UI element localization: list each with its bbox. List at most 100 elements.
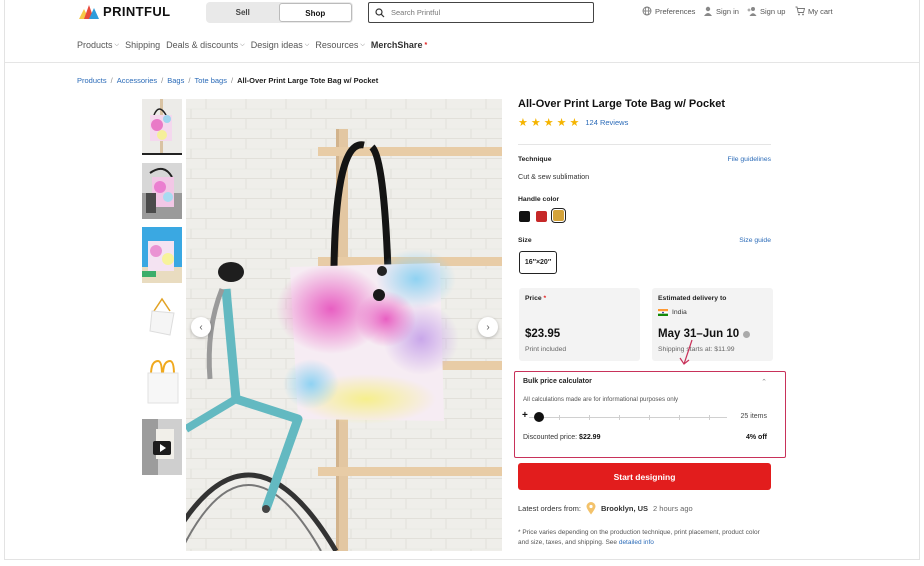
size-option-16x20[interactable]: 16″×20″ bbox=[519, 251, 557, 274]
preferences-label: Preferences bbox=[655, 6, 696, 16]
rating: ★ ★ ★ ★ ★ 124 Reviews bbox=[518, 116, 771, 129]
shop-toggle[interactable]: Shop bbox=[278, 3, 352, 22]
nav-deals[interactable]: Deals & discounts ⌵ bbox=[166, 40, 245, 50]
nav-design-ideas[interactable]: Design ideas ⌵ bbox=[251, 40, 310, 50]
sign-up-link[interactable]: Sign up bbox=[747, 6, 785, 16]
breadcrumb-bags[interactable]: Bags bbox=[167, 76, 184, 85]
discounted-price: Discounted price: $22.99 bbox=[523, 434, 600, 441]
detailed-info-link[interactable]: detailed info bbox=[619, 539, 654, 546]
star-icon: ★ bbox=[543, 117, 554, 129]
chevron-up-icon[interactable]: ⌃ bbox=[761, 378, 767, 386]
thumbnail-5[interactable] bbox=[142, 355, 182, 411]
sign-in-link[interactable]: Sign in bbox=[703, 6, 739, 16]
breadcrumb-current: All-Over Print Large Tote Bag w/ Pocket bbox=[237, 76, 379, 85]
price-value: $23.95 bbox=[525, 328, 561, 340]
divider bbox=[518, 144, 771, 145]
slider-tick bbox=[589, 415, 590, 420]
preferences-link[interactable]: Preferences bbox=[642, 6, 695, 16]
slider-tick bbox=[649, 415, 650, 420]
search-input[interactable]: Search Printful bbox=[368, 2, 594, 23]
product-title: All-Over Print Large Tote Bag w/ Pocket bbox=[518, 98, 726, 110]
thumbnail-2[interactable] bbox=[142, 163, 182, 219]
printful-logo[interactable]: PRINTFUL bbox=[79, 4, 170, 19]
next-image-button[interactable]: › bbox=[478, 317, 498, 337]
sell-shop-toggle[interactable]: Sell Shop bbox=[206, 2, 353, 23]
breadcrumb-tote-bags[interactable]: Tote bags bbox=[194, 76, 227, 85]
product-details-panel: All-Over Print Large Tote Bag w/ Pocket … bbox=[514, 98, 786, 546]
delivery-country[interactable]: India bbox=[658, 309, 687, 316]
thumbnail-video[interactable] bbox=[142, 419, 182, 475]
sign-up-label: Sign up bbox=[760, 6, 786, 16]
price-label: Price * bbox=[525, 295, 546, 302]
price-card: Price * $23.95 Print included bbox=[519, 288, 640, 361]
globe-icon bbox=[642, 6, 652, 16]
nav-products[interactable]: Products ⌵ bbox=[77, 40, 119, 50]
breadcrumb-separator: / bbox=[188, 76, 191, 85]
delivery-dates-text: May 31–Jun 10 bbox=[658, 328, 740, 340]
star-icon: ★ bbox=[518, 117, 528, 129]
file-guidelines-link[interactable]: File guidelines bbox=[728, 156, 771, 163]
slider-tick bbox=[709, 415, 710, 420]
color-swatch-black[interactable] bbox=[519, 211, 530, 222]
footnote-marker: * bbox=[543, 295, 547, 302]
quantity-slider[interactable] bbox=[529, 412, 727, 422]
technique-label: Technique bbox=[518, 156, 552, 163]
nav-deals-label: Deals & discounts bbox=[166, 40, 239, 50]
star-icon: ★ bbox=[556, 117, 567, 129]
page: PRINTFUL Sell Shop Search Printful Prefe… bbox=[4, 0, 920, 560]
size-label: Size bbox=[518, 237, 532, 244]
tote-bag-photo bbox=[186, 99, 502, 551]
color-swatch-gold[interactable] bbox=[551, 208, 566, 223]
previous-image-button[interactable]: ‹ bbox=[191, 317, 211, 337]
nav-resources-label: Resources bbox=[315, 40, 359, 50]
breadcrumb-separator: / bbox=[110, 76, 113, 85]
breadcrumb-separator: / bbox=[161, 76, 164, 85]
info-icon[interactable] bbox=[743, 330, 751, 338]
slider-tick bbox=[619, 415, 620, 420]
slider-handle[interactable] bbox=[534, 412, 544, 422]
discounted-price-value: $22.99 bbox=[579, 434, 601, 441]
thumbnail-1[interactable] bbox=[142, 99, 182, 155]
chevron-down-icon: ⌵ bbox=[240, 41, 245, 48]
chevron-down-icon: ⌵ bbox=[114, 41, 120, 48]
breadcrumb-accessories[interactable]: Accessories bbox=[117, 76, 157, 85]
header-divider bbox=[5, 62, 919, 63]
bulk-price-calculator: Bulk price calculator ⌃ All calculations… bbox=[514, 371, 786, 458]
chevron-down-icon: ⌵ bbox=[304, 41, 310, 48]
start-designing-button[interactable]: Start designing bbox=[518, 463, 771, 490]
location-pin-icon bbox=[586, 502, 596, 515]
sign-in-label: Sign in bbox=[716, 6, 739, 16]
nav-merchshare[interactable]: MerchShare * bbox=[371, 40, 427, 50]
user-icon bbox=[704, 6, 712, 16]
handle-color-label: Handle color bbox=[518, 196, 560, 203]
size-guide-link[interactable]: Size guide bbox=[739, 237, 771, 244]
india-flag-icon bbox=[658, 309, 668, 316]
color-swatch-red[interactable] bbox=[536, 211, 547, 222]
cart-link[interactable]: My cart bbox=[795, 6, 833, 16]
bulk-title[interactable]: Bulk price calculator bbox=[523, 378, 592, 385]
breadcrumb-products[interactable]: Products bbox=[77, 76, 107, 85]
chevron-right-icon: › bbox=[486, 321, 490, 333]
thumbnail-4[interactable] bbox=[142, 291, 182, 347]
breadcrumb-separator: / bbox=[230, 76, 234, 85]
nav-resources[interactable]: Resources ⌵ bbox=[315, 40, 365, 50]
product-main-image: ‹ › bbox=[186, 99, 502, 551]
chevron-down-icon: ⌵ bbox=[360, 41, 365, 48]
delivery-card: Estimated delivery to India May 31–Jun 1… bbox=[652, 288, 773, 361]
price-note: Print included bbox=[525, 346, 567, 353]
latest-orders-city: Brooklyn, US bbox=[600, 504, 649, 513]
thumbnail-3[interactable] bbox=[142, 227, 182, 283]
increase-icon[interactable]: + bbox=[522, 410, 528, 421]
logo-mark-icon bbox=[79, 4, 99, 19]
user-plus-icon bbox=[747, 7, 757, 16]
nav-shipping[interactable]: Shipping bbox=[125, 40, 160, 50]
cart-icon bbox=[795, 6, 805, 16]
price-footnote: * Price varies depending on the producti… bbox=[518, 528, 771, 548]
reviews-link[interactable]: 124 Reviews bbox=[585, 118, 628, 127]
thumbnail-strip bbox=[142, 99, 182, 483]
cart-label: My cart bbox=[808, 6, 833, 16]
sell-toggle[interactable]: Sell bbox=[207, 3, 279, 22]
logo-text: PRINTFUL bbox=[103, 4, 171, 19]
nav-merchshare-label: MerchShare bbox=[370, 40, 423, 50]
new-badge-icon: * bbox=[424, 41, 428, 49]
